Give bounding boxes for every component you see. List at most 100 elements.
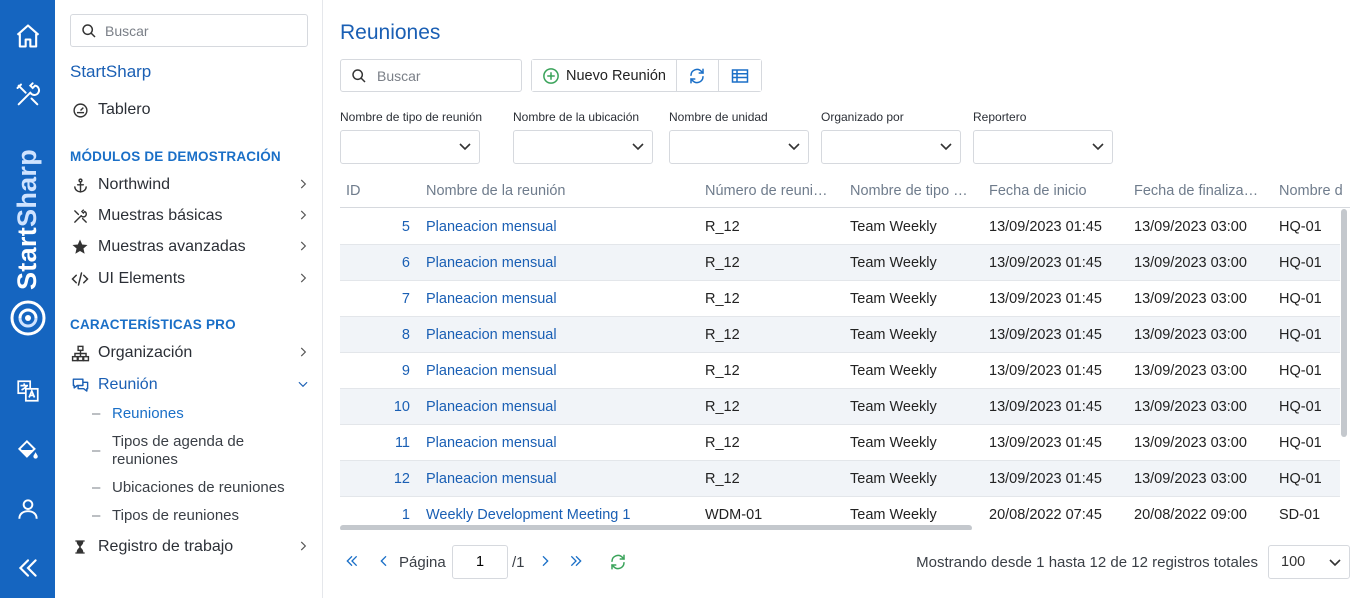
- column-header-type[interactable]: Nombre de tipo …: [850, 183, 978, 199]
- sidebar-item-label: UI Elements: [98, 270, 186, 287]
- cell-name[interactable]: Planeacion mensual: [426, 219, 557, 235]
- home-icon[interactable]: [0, 16, 55, 56]
- cell-end: 13/09/2023 03:00: [1134, 327, 1247, 343]
- cell-id[interactable]: 12: [340, 471, 410, 487]
- cell-location: HQ-01: [1279, 255, 1322, 271]
- cell-id[interactable]: 8: [340, 327, 410, 343]
- column-header-id[interactable]: ID: [346, 183, 406, 199]
- app-title[interactable]: StartSharp: [70, 62, 151, 82]
- column-header-location[interactable]: Nombre d: [1279, 183, 1349, 199]
- cell-number: R_12: [705, 219, 740, 235]
- table-row[interactable]: 12 Planeacion mensual R_12 Team Weekly 13/09…: [340, 461, 1340, 497]
- sidebar-search[interactable]: [70, 14, 308, 47]
- new-meeting-button[interactable]: Nuevo Reunión: [532, 60, 677, 91]
- unit-select[interactable]: [669, 130, 809, 164]
- column-header-number[interactable]: Número de reuni…: [705, 183, 835, 199]
- cell-name[interactable]: Planeacion mensual: [426, 255, 557, 271]
- refresh-icon[interactable]: [609, 553, 627, 571]
- cell-name[interactable]: Planeacion mensual: [426, 291, 557, 307]
- cell-name[interactable]: Planeacion mensual: [426, 363, 557, 379]
- horizontal-scrollbar[interactable]: [340, 525, 972, 530]
- chevron-down-icon: [1092, 143, 1104, 151]
- grid-header: ID Nombre de la reunión Número de reuni……: [340, 175, 1350, 208]
- first-page-icon[interactable]: [344, 553, 360, 569]
- section-demo-header: MÓDULOS DE DEMOSTRACIÓN: [70, 149, 281, 164]
- table-row[interactable]: 10 Planeacion mensual R_12 Team Weekly 13/09…: [340, 389, 1340, 425]
- cell-end: 13/09/2023 03:00: [1134, 255, 1247, 271]
- cell-location: HQ-01: [1279, 399, 1322, 415]
- sidebar-subitem-meeting-types[interactable]: – Tipos de reuniones: [92, 507, 302, 525]
- sidebar-subitem-agenda-types[interactable]: – Tipos de agenda de reuniones: [92, 433, 302, 469]
- cell-type: Team Weekly: [850, 219, 937, 235]
- chevron-right-icon: [300, 347, 307, 357]
- cell-name[interactable]: Planeacion mensual: [426, 399, 557, 415]
- cell-name[interactable]: Planeacion mensual: [426, 435, 557, 451]
- sidebar-item-worklog[interactable]: Registro de trabajo: [70, 535, 310, 559]
- organizer-select[interactable]: [821, 130, 961, 164]
- sidebar-item-advanced-samples[interactable]: Muestras avanzadas: [70, 235, 310, 259]
- page-size-select[interactable]: 100: [1268, 545, 1350, 579]
- chevron-down-icon: [940, 143, 952, 151]
- refresh-button[interactable]: [676, 60, 719, 91]
- section-pro-header: CARACTERÍSTICAS PRO: [70, 317, 236, 332]
- column-header-start[interactable]: Fecha de inicio: [989, 183, 1119, 199]
- sidebar: StartSharp Tablero MÓDULOS DE DEMOSTRACI…: [55, 0, 323, 598]
- sidebar-item-dashboard[interactable]: Tablero: [70, 98, 310, 122]
- cell-id[interactable]: 6: [340, 255, 410, 271]
- search-icon: [352, 68, 366, 83]
- column-header-end[interactable]: Fecha de finaliza…: [1134, 183, 1264, 199]
- vertical-scrollbar[interactable]: [1341, 209, 1347, 437]
- chat-icon: [70, 375, 90, 395]
- sidebar-item-meeting[interactable]: Reunión: [70, 373, 310, 397]
- table-row[interactable]: 11 Planeacion mensual R_12 Team Weekly 13/09…: [340, 425, 1340, 461]
- next-page-icon[interactable]: [537, 553, 553, 569]
- cell-type: Team Weekly: [850, 507, 937, 523]
- paint-bucket-icon[interactable]: [0, 430, 55, 470]
- cell-location: HQ-01: [1279, 471, 1322, 487]
- prev-page-icon[interactable]: [376, 553, 392, 569]
- tools-icon[interactable]: [0, 75, 55, 115]
- cell-id[interactable]: 11: [340, 435, 410, 451]
- sidebar-search-input[interactable]: [105, 22, 295, 39]
- sidebar-item-northwind[interactable]: Northwind: [70, 173, 310, 197]
- cell-start: 13/09/2023 01:45: [989, 435, 1102, 451]
- collapse-icon[interactable]: [0, 548, 55, 588]
- cell-name[interactable]: Weekly Development Meeting 1: [426, 507, 630, 523]
- column-picker-button[interactable]: [718, 60, 761, 91]
- table-row[interactable]: 9 Planeacion mensual R_12 Team Weekly 13/09/…: [340, 353, 1340, 389]
- table-row[interactable]: 7 Planeacion mensual R_12 Team Weekly 13/09/…: [340, 281, 1340, 317]
- grid-search[interactable]: [340, 59, 522, 92]
- sidebar-item-organization[interactable]: Organización: [70, 341, 310, 365]
- filter-reporter: Reportero: [973, 110, 1113, 164]
- sidebar-item-basic-samples[interactable]: Muestras básicas: [70, 204, 310, 228]
- cell-number: R_12: [705, 291, 740, 307]
- cell-id[interactable]: 10: [340, 399, 410, 415]
- sidebar-item-ui-elements[interactable]: UI Elements: [70, 267, 310, 291]
- cell-name[interactable]: Planeacion mensual: [426, 471, 557, 487]
- cell-id[interactable]: 9: [340, 363, 410, 379]
- location-select[interactable]: [513, 130, 653, 164]
- cell-name[interactable]: Planeacion mensual: [426, 327, 557, 343]
- sidebar-subitem-meetings[interactable]: – Reuniones: [92, 405, 302, 423]
- translate-icon[interactable]: [0, 371, 55, 411]
- grid-search-input[interactable]: [377, 67, 517, 84]
- last-page-icon[interactable]: [568, 553, 584, 569]
- column-header-name[interactable]: Nombre de la reunión: [426, 183, 686, 199]
- cell-id[interactable]: 1: [340, 507, 410, 523]
- reporter-select[interactable]: [973, 130, 1113, 164]
- filter-label: Nombre de unidad: [669, 110, 768, 124]
- table-row[interactable]: 6 Planeacion mensual R_12 Team Weekly 13/09/…: [340, 245, 1340, 281]
- sidebar-subitem-locations[interactable]: – Ubicaciones de reuniones: [92, 479, 302, 497]
- page-number-input[interactable]: [452, 545, 508, 579]
- cell-location: HQ-01: [1279, 435, 1322, 451]
- table-row[interactable]: 8 Planeacion mensual R_12 Team Weekly 13/09/…: [340, 317, 1340, 353]
- cell-number: R_12: [705, 435, 740, 451]
- cell-id[interactable]: 5: [340, 219, 410, 235]
- table-row[interactable]: 5 Planeacion mensual R_12 Team Weekly 13/09/…: [340, 209, 1340, 245]
- chevron-down-icon: [298, 381, 308, 388]
- user-icon[interactable]: [0, 489, 55, 529]
- cell-id[interactable]: 7: [340, 291, 410, 307]
- sidebar-item-label: Muestras avanzadas: [98, 238, 246, 255]
- meeting-type-select[interactable]: [340, 130, 480, 164]
- cell-start: 13/09/2023 01:45: [989, 471, 1102, 487]
